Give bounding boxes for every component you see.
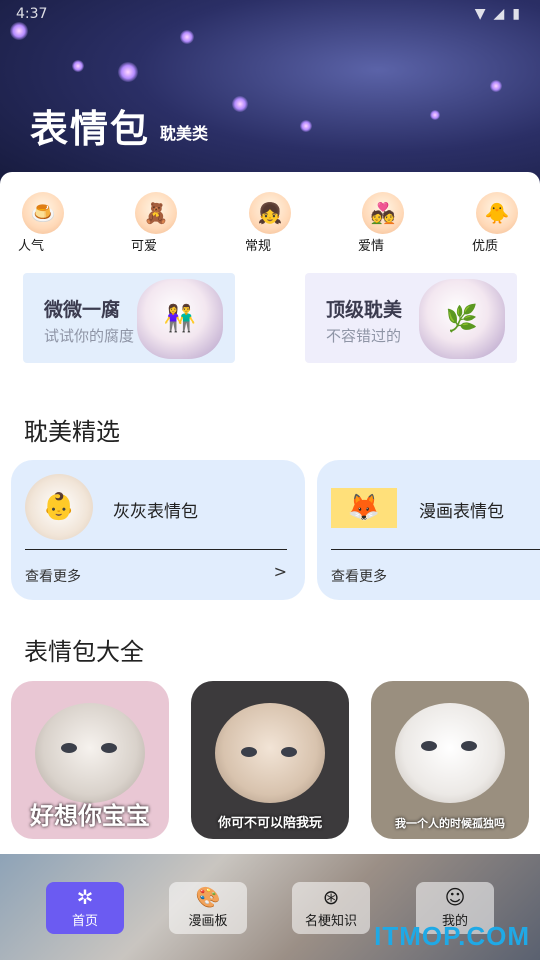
promo-card-top[interactable]: 顶级耽美 不容错过的 🌿 bbox=[305, 273, 517, 363]
cat-eye bbox=[281, 747, 297, 757]
promo-illustration: 👫 bbox=[137, 279, 223, 359]
promo-title: 顶级耽美 bbox=[326, 299, 403, 321]
lantern-decoration bbox=[232, 96, 248, 112]
palette-icon: 🎨 bbox=[195, 885, 221, 909]
meme-card[interactable]: 我一个人的时候孤独吗 bbox=[371, 681, 529, 839]
divider bbox=[25, 549, 287, 550]
cat-eye bbox=[421, 741, 437, 751]
cat-face-image bbox=[35, 703, 145, 803]
view-more-link[interactable]: 查看更多 bbox=[25, 566, 81, 586]
nav-home[interactable]: ✲ 首页 bbox=[46, 882, 124, 934]
category-regular[interactable]: 👧 常规 bbox=[245, 192, 305, 254]
cat-eye bbox=[101, 743, 117, 753]
promo-subtitle: 不容错过的 bbox=[326, 327, 402, 345]
cat-face-image bbox=[395, 703, 505, 803]
wifi-icon: ▼ bbox=[474, 6, 486, 22]
page-subtitle: 耽美类 bbox=[160, 124, 209, 143]
category-row: 🍮 人气 🧸 可爱 👧 常规 💑 爱情 🐥 优质 bbox=[18, 192, 528, 262]
nav-label: 名梗知识 bbox=[304, 914, 357, 929]
content-sheet: 🍮 人气 🧸 可爱 👧 常规 💑 爱情 🐥 优质 微微一腐 试试你的腐度 👫 顶… bbox=[0, 172, 540, 862]
status-time: 4:37 bbox=[16, 6, 48, 22]
section-title-memes: 表情包大全 bbox=[24, 638, 144, 666]
view-more-link[interactable]: 查看更多 bbox=[331, 566, 387, 586]
divider bbox=[331, 549, 540, 550]
promo-illustration: 🌿 bbox=[419, 279, 505, 359]
promo-title: 微微一腐 bbox=[44, 299, 121, 321]
meme-caption: 好想你宝宝 bbox=[30, 802, 150, 830]
lantern-decoration bbox=[180, 30, 194, 44]
film-reel-icon: ⊛ bbox=[322, 885, 340, 909]
chevron-right-icon[interactable]: > bbox=[274, 562, 287, 581]
featured-thumbnail: 🦊 bbox=[331, 488, 397, 528]
category-label: 常规 bbox=[245, 239, 272, 254]
cat-eye bbox=[241, 747, 257, 757]
header-banner: 4:37 ▼ ◢ ▮ 表情包 耽美类 bbox=[0, 0, 540, 200]
promo-card-weiwei[interactable]: 微微一腐 试试你的腐度 👫 bbox=[23, 273, 235, 363]
section-title-featured: 耽美精选 bbox=[24, 418, 120, 446]
status-bar: 4:37 ▼ ◢ ▮ bbox=[0, 0, 540, 28]
cat-face-image bbox=[215, 703, 325, 803]
signal-icon: ◢ bbox=[493, 6, 505, 22]
promo-subtitle: 试试你的腐度 bbox=[44, 327, 135, 345]
lantern-decoration bbox=[300, 120, 312, 132]
lantern-decoration bbox=[430, 110, 440, 120]
category-popular[interactable]: 🍮 人气 bbox=[18, 192, 78, 254]
status-icons: ▼ ◢ ▮ bbox=[475, 6, 520, 22]
category-label: 优质 bbox=[472, 239, 499, 254]
lantern-decoration bbox=[118, 62, 138, 82]
category-label: 人气 bbox=[18, 239, 45, 254]
nav-comic-board[interactable]: 🎨 漫画板 bbox=[169, 882, 247, 934]
category-quality[interactable]: 🐥 优质 bbox=[472, 192, 532, 254]
home-icon: ✲ bbox=[76, 885, 94, 909]
category-label: 可爱 bbox=[131, 239, 158, 254]
cat-eye bbox=[461, 741, 477, 751]
battery-icon: ▮ bbox=[512, 6, 520, 22]
girl-icon: 👧 bbox=[249, 192, 291, 234]
featured-name: 灰灰表情包 bbox=[113, 502, 198, 522]
meme-caption: 你可不可以陪我玩 bbox=[217, 816, 322, 831]
meme-card[interactable]: 你可不可以陪我玩 bbox=[191, 681, 349, 839]
category-love[interactable]: 💑 爱情 bbox=[358, 192, 418, 254]
cat-eye bbox=[61, 743, 77, 753]
featured-card-manhua[interactable]: 🦊 漫画表情包 查看更多 bbox=[317, 460, 540, 600]
watermark: ITMOP.COM bbox=[374, 921, 530, 951]
pudding-icon: 🍮 bbox=[22, 192, 64, 234]
duck-icon: 🐥 bbox=[476, 192, 518, 234]
bottom-nav: ✲ 首页 🎨 漫画板 ⊛ 名梗知识 ☺ 我的 ITMOP.COM bbox=[0, 854, 540, 960]
lantern-decoration bbox=[72, 60, 84, 72]
android-icon: ☺ bbox=[444, 885, 466, 909]
meme-card[interactable]: 好想你宝宝 bbox=[11, 681, 169, 839]
featured-card-huihui[interactable]: 👶 灰灰表情包 查看更多 > bbox=[11, 460, 305, 600]
featured-thumbnail: 👶 bbox=[25, 474, 93, 540]
featured-name: 漫画表情包 bbox=[419, 502, 504, 522]
bear-icon: 🧸 bbox=[135, 192, 177, 234]
category-cute[interactable]: 🧸 可爱 bbox=[131, 192, 191, 254]
couple-icon: 💑 bbox=[362, 192, 404, 234]
nav-label: 漫画板 bbox=[188, 914, 228, 929]
nav-label: 首页 bbox=[71, 914, 98, 929]
category-label: 爱情 bbox=[358, 239, 385, 254]
nav-meme-knowledge[interactable]: ⊛ 名梗知识 bbox=[292, 882, 370, 934]
meme-caption: 我一个人的时候孤独吗 bbox=[395, 817, 505, 830]
lantern-decoration bbox=[490, 80, 502, 92]
page-title: 表情包 bbox=[30, 107, 151, 151]
